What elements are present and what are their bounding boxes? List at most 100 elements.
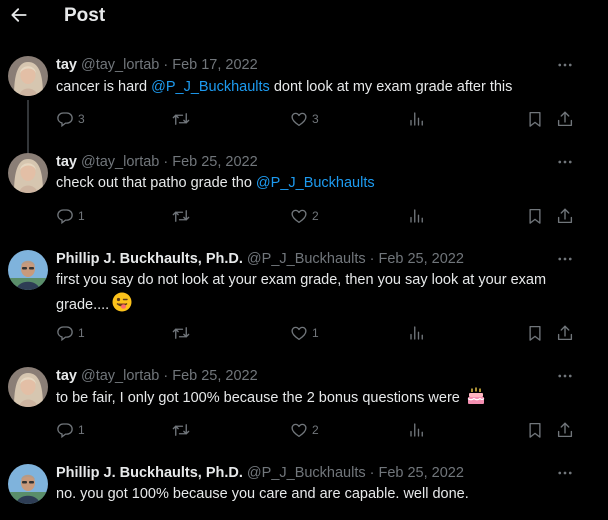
- winking-face-with-tongue-icon: [111, 291, 133, 320]
- mention-link[interactable]: @P_J_Buckhaults: [256, 175, 375, 191]
- bookmark-button[interactable]: [526, 205, 544, 227]
- share-button[interactable]: [556, 419, 574, 441]
- author-handle[interactable]: @P_J_Buckhaults: [247, 251, 366, 267]
- tweet[interactable]: Phillip J. Buckhaults, Ph.D. @P_J_Buckha…: [0, 464, 608, 520]
- retweet-button[interactable]: [172, 205, 190, 227]
- avatar-icon: [8, 153, 48, 193]
- tweet-date[interactable]: Feb 25, 2022: [378, 465, 463, 481]
- like-button[interactable]: 2: [290, 205, 319, 227]
- author-name[interactable]: tay: [56, 57, 77, 73]
- avatar-icon: [8, 250, 48, 290]
- thread-line: [27, 100, 29, 156]
- tweet-meta: tay @tay_lortab · Feb 25, 2022: [56, 153, 258, 171]
- back-button[interactable]: [8, 4, 30, 26]
- tweet[interactable]: tay @tay_lortab · Feb 25, 2022 to be fai…: [0, 367, 608, 447]
- retweet-icon: [172, 110, 190, 128]
- author-handle[interactable]: @tay_lortab: [81, 154, 159, 170]
- avatar[interactable]: [8, 153, 48, 193]
- reply-count: 3: [78, 112, 85, 126]
- reply-button[interactable]: 3: [56, 108, 85, 130]
- tweet[interactable]: tay @tay_lortab · Feb 17, 2022 cancer is…: [0, 56, 608, 156]
- reply-count: 1: [78, 423, 85, 437]
- tweet-date[interactable]: Feb 25, 2022: [172, 154, 257, 170]
- author-handle[interactable]: @tay_lortab: [81, 368, 159, 384]
- like-button[interactable]: 1: [290, 322, 319, 344]
- views-button[interactable]: [408, 419, 426, 441]
- author-name[interactable]: Phillip J. Buckhaults, Ph.D.: [56, 251, 243, 267]
- share-button[interactable]: [556, 205, 574, 227]
- tweet-actions: 1 2: [56, 205, 578, 227]
- author-handle[interactable]: @P_J_Buckhaults: [247, 465, 366, 481]
- reply-button[interactable]: 1: [56, 205, 85, 227]
- like-button[interactable]: 2: [290, 419, 319, 441]
- reply-icon: [56, 110, 74, 128]
- avatar[interactable]: [8, 367, 48, 407]
- views-button[interactable]: [408, 322, 426, 344]
- avatar-icon: [8, 464, 48, 504]
- reply-button[interactable]: 1: [56, 419, 85, 441]
- retweet-icon: [172, 207, 190, 225]
- tweet-text: first you say do not look at your exam g…: [56, 269, 586, 320]
- like-button[interactable]: 3: [290, 108, 319, 130]
- tweet-text-part: to be fair, I only got 100% because the …: [56, 390, 460, 406]
- tweet-text: to be fair, I only got 100% because the …: [56, 386, 586, 413]
- separator: ·: [369, 465, 375, 481]
- views-button[interactable]: [408, 108, 426, 130]
- more-icon: [556, 464, 574, 482]
- share-button[interactable]: [556, 322, 574, 344]
- retweet-button[interactable]: [172, 419, 190, 441]
- bookmark-button[interactable]: [526, 419, 544, 441]
- bookmark-icon: [526, 421, 544, 439]
- share-icon: [556, 324, 574, 342]
- like-count: 1: [312, 326, 319, 340]
- post-header: Post: [0, 0, 608, 36]
- avatar[interactable]: [8, 464, 48, 504]
- more-options-button[interactable]: [556, 367, 574, 385]
- views-icon: [408, 207, 426, 225]
- tweet-date[interactable]: Feb 25, 2022: [172, 368, 257, 384]
- retweet-button[interactable]: [172, 108, 190, 130]
- tweet-meta: Phillip J. Buckhaults, Ph.D. @P_J_Buckha…: [56, 464, 464, 482]
- tweet[interactable]: tay @tay_lortab · Feb 25, 2022 check out…: [0, 153, 608, 233]
- tweet-date[interactable]: Feb 17, 2022: [172, 57, 257, 73]
- bookmark-icon: [526, 207, 544, 225]
- share-icon: [556, 421, 574, 439]
- tweet-actions: 3 3: [56, 108, 578, 130]
- views-button[interactable]: [408, 205, 426, 227]
- tweet-text: cancer is hard @P_J_Buckhaults dont look…: [56, 76, 586, 98]
- author-handle[interactable]: @tay_lortab: [81, 57, 159, 73]
- more-options-button[interactable]: [556, 153, 574, 171]
- retweet-button[interactable]: [172, 322, 190, 344]
- views-icon: [408, 110, 426, 128]
- author-name[interactable]: Phillip J. Buckhaults, Ph.D.: [56, 465, 243, 481]
- page-title: Post: [64, 5, 106, 26]
- heart-icon: [290, 421, 308, 439]
- more-icon: [556, 56, 574, 74]
- more-options-button[interactable]: [556, 464, 574, 482]
- tweet[interactable]: Phillip J. Buckhaults, Ph.D. @P_J_Buckha…: [0, 250, 608, 350]
- more-options-button[interactable]: [556, 56, 574, 74]
- reply-count: 1: [78, 209, 85, 223]
- more-options-button[interactable]: [556, 250, 574, 268]
- back-arrow-icon: [11, 8, 27, 22]
- separator: ·: [163, 368, 169, 384]
- avatar-icon: [8, 367, 48, 407]
- reply-icon: [56, 324, 74, 342]
- avatar-icon: [8, 56, 48, 96]
- bookmark-button[interactable]: [526, 108, 544, 130]
- like-count: 2: [312, 209, 319, 223]
- reply-button[interactable]: 1: [56, 322, 85, 344]
- separator: ·: [163, 57, 169, 73]
- tweet-date[interactable]: Feb 25, 2022: [378, 251, 463, 267]
- author-name[interactable]: tay: [56, 154, 77, 170]
- share-button[interactable]: [556, 108, 574, 130]
- tweet-meta: tay @tay_lortab · Feb 25, 2022: [56, 367, 258, 385]
- avatar[interactable]: [8, 250, 48, 290]
- more-icon: [556, 367, 574, 385]
- tweet-actions: 1 1: [56, 322, 578, 344]
- bookmark-button[interactable]: [526, 322, 544, 344]
- avatar[interactable]: [8, 56, 48, 96]
- mention-link[interactable]: @P_J_Buckhaults: [151, 79, 270, 95]
- tweet-text-part: no. you got 100% because you care and ar…: [56, 486, 469, 502]
- author-name[interactable]: tay: [56, 368, 77, 384]
